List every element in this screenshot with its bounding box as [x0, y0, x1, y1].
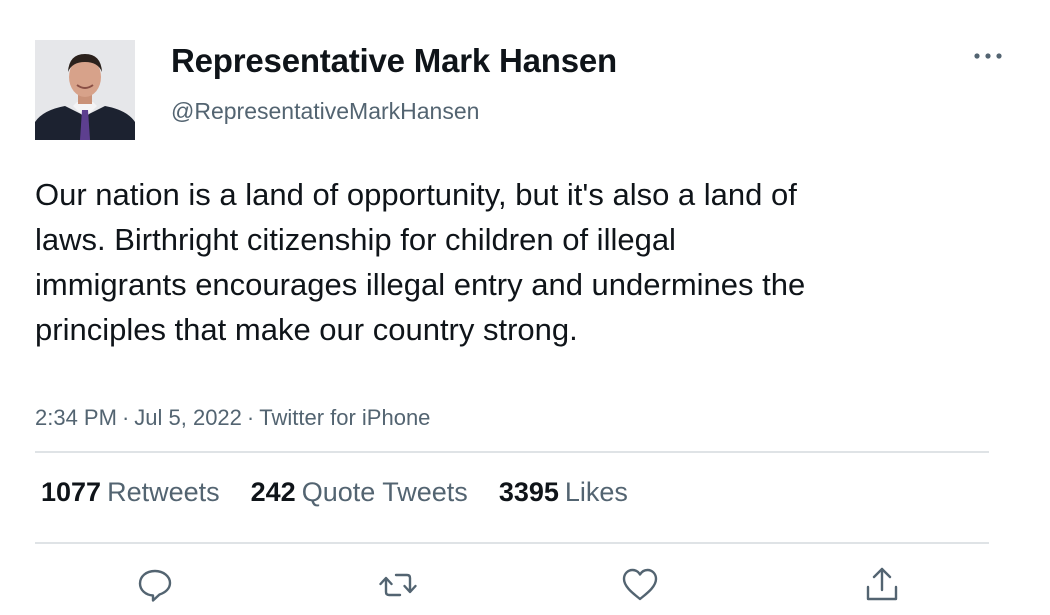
retweets-label: Retweets [107, 477, 220, 507]
likes-stat[interactable]: 3395 Likes [499, 477, 628, 508]
author-name[interactable]: Representative Mark Hansen [171, 42, 617, 80]
like-icon[interactable] [620, 565, 660, 605]
likes-label: Likes [564, 477, 628, 507]
share-icon[interactable] [862, 565, 902, 605]
meta-separator: · [121, 405, 130, 430]
author-handle[interactable]: @RepresentativeMarkHansen [171, 98, 479, 125]
likes-count: 3395 [498, 477, 559, 507]
retweets-count: 1077 [41, 477, 102, 507]
quotes-count: 242 [250, 477, 296, 507]
tweet-time[interactable]: 2:34 PM [35, 405, 117, 430]
more-options-icon[interactable] [968, 42, 1008, 70]
avatar-photo [35, 40, 135, 140]
tweet-text: Our nation is a land of opportunity, but… [35, 177, 806, 347]
retweets-stat[interactable]: 1077 Retweets [41, 477, 220, 508]
tweet-source[interactable]: Twitter for iPhone [259, 405, 430, 430]
tweet-stats: 1077 Retweets 242 Quote Tweets 3395 Likes [41, 477, 628, 508]
reply-icon[interactable] [135, 565, 175, 605]
quotes-label: Quote Tweets [301, 477, 468, 507]
divider [35, 451, 989, 453]
divider [35, 542, 989, 544]
tweet-meta: 2:34 PM · Jul 5, 2022 · Twitter for iPhone [35, 405, 430, 431]
retweet-icon[interactable] [378, 565, 418, 605]
avatar[interactable] [35, 40, 135, 140]
meta-separator: · [246, 405, 255, 430]
quote-tweets-stat[interactable]: 242 Quote Tweets [251, 477, 468, 508]
tweet-date[interactable]: Jul 5, 2022 [134, 405, 242, 430]
